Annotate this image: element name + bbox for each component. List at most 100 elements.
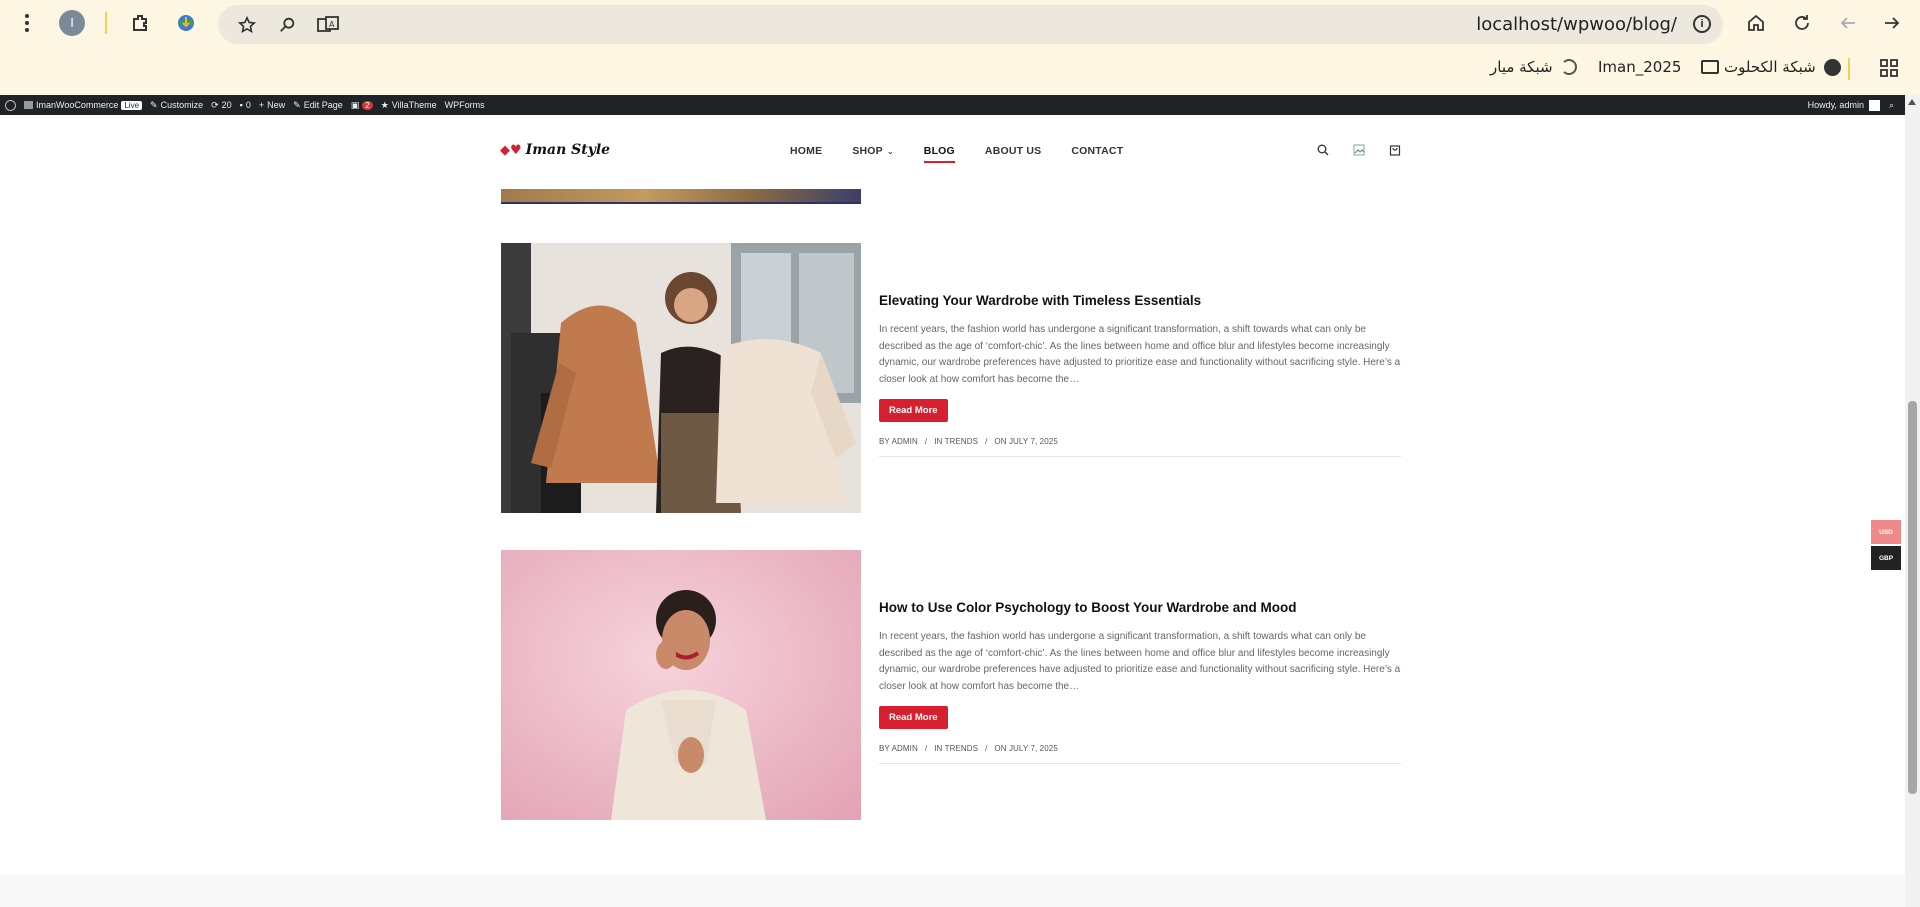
currency-gbp-button[interactable]: GBP — [1871, 546, 1901, 570]
notifications-badge: 2 — [362, 100, 373, 110]
home-icon[interactable] — [1744, 11, 1768, 35]
globe-icon — [1823, 58, 1841, 76]
more-vertical-icon[interactable] — [18, 10, 36, 36]
search-icon[interactable] — [1316, 143, 1330, 157]
blog-post: How to Use Color Psychology to Boost You… — [501, 550, 1401, 822]
toolbar-divider — [105, 12, 107, 34]
customize-label: Customize — [160, 100, 204, 110]
blog-post: Elevating Your Wardrobe with Timeless Es… — [501, 243, 1401, 515]
account-image-icon[interactable] — [1352, 143, 1366, 157]
bookmark-item[interactable]: شبكة ميار — [1490, 58, 1577, 76]
bookmarks-divider — [1848, 58, 1850, 80]
adminbar-new[interactable]: + New — [259, 100, 285, 110]
url-text: localhost/wpwoo/blog/ — [1476, 14, 1677, 35]
profile-avatar[interactable]: I — [59, 10, 85, 36]
post-author[interactable]: BY ADMIN — [879, 437, 918, 446]
nav-blog[interactable]: BLOG — [923, 145, 956, 163]
scrollbar-thumb[interactable] — [1908, 401, 1917, 794]
post-title[interactable]: Elevating Your Wardrobe with Timeless Es… — [879, 293, 1401, 308]
bookmark-item[interactable]: شبكة الكحلوت — [1724, 58, 1841, 76]
adminbar-wpforms[interactable]: WPForms — [445, 100, 485, 110]
previous-post-image[interactable] — [501, 189, 861, 204]
updates-count: 20 — [221, 100, 232, 110]
bookmark-star-icon[interactable] — [236, 14, 258, 36]
address-bar[interactable]: A localhost/wpwoo/blog/ i — [218, 5, 1723, 44]
search-icon[interactable]: ⌕ — [1889, 100, 1894, 111]
forward-icon[interactable] — [1880, 11, 1904, 35]
post-meta: BY ADMIN / IN TRENDS / ON JULY 7, 2025 — [879, 437, 1401, 457]
page-content: ◆♥ Iman Style HOME SHOP ⌄ BLOG ABOUT US C… — [0, 115, 1905, 907]
wp-admin-bar: ImanWooCommerce Live ✎ Customize ⟳ 20 ▪ … — [0, 95, 1920, 115]
extensions-icon[interactable] — [128, 11, 152, 35]
nav-label: SHOP — [852, 145, 883, 157]
nav-shop[interactable]: SHOP ⌄ — [852, 145, 893, 157]
site-header: ◆♥ Iman Style HOME SHOP ⌄ BLOG ABOUT US C… — [0, 115, 1905, 187]
heart-logo-icon: ◆♥ — [500, 142, 522, 158]
meta-separator: / — [924, 744, 928, 753]
browser-toolbar: I A localhost/wpwoo/blog/ i — [0, 0, 1920, 46]
adminbar-updates[interactable]: ⟳ 20 — [211, 100, 232, 111]
villatheme-label: VillaTheme — [391, 100, 437, 110]
plus-icon: + — [258, 100, 265, 110]
plugin-icon: ▣ — [350, 99, 360, 110]
read-more-button[interactable]: Read More — [879, 706, 948, 729]
adminbar-notifications[interactable]: ▣ 2 — [351, 100, 373, 111]
bookmark-label: Iman_2025 — [1598, 58, 1682, 76]
post-thumbnail[interactable] — [501, 243, 861, 513]
brush-icon: ✎ — [150, 99, 158, 110]
comment-icon: ▪ — [239, 100, 243, 110]
nav-label: HOME — [790, 145, 823, 157]
adminbar-customize[interactable]: ✎ Customize — [150, 100, 203, 111]
logo-text: Iman Style — [525, 142, 611, 158]
post-thumbnail[interactable] — [501, 550, 861, 820]
cart-icon[interactable] — [1388, 143, 1402, 157]
zoom-icon[interactable] — [276, 14, 298, 36]
comments-count: 0 — [245, 100, 251, 110]
post-date: ON JULY 7, 2025 — [994, 744, 1058, 753]
adminbar-villatheme[interactable]: ★ VillaTheme — [381, 100, 437, 111]
bookmark-label: شبكة الكحلوت — [1724, 58, 1816, 76]
bookmark-item[interactable]: Iman_2025 — [1598, 58, 1720, 76]
post-title[interactable]: How to Use Color Psychology to Boost You… — [879, 600, 1401, 615]
folder-icon — [1701, 60, 1720, 74]
wordpress-logo-icon[interactable] — [5, 99, 16, 111]
scroll-up-icon[interactable] — [1908, 99, 1916, 105]
new-label: New — [267, 100, 286, 110]
currency-usd-button[interactable]: USD — [1871, 520, 1901, 544]
translate-icon[interactable]: A — [316, 14, 340, 36]
post-content: How to Use Color Psychology to Boost You… — [879, 600, 1401, 764]
footer-area — [0, 875, 1905, 907]
pencil-icon: ✎ — [293, 99, 301, 110]
meta-separator: / — [924, 437, 928, 446]
downloader-extension-icon[interactable] — [174, 11, 198, 35]
nav-label: BLOG — [923, 145, 955, 157]
post-meta: BY ADMIN / IN TRENDS / ON JULY 7, 2025 — [879, 744, 1401, 764]
read-more-button[interactable]: Read More — [879, 399, 948, 422]
updates-icon: ⟳ — [211, 99, 219, 110]
nav-home[interactable]: HOME — [790, 145, 822, 157]
moon-icon — [1560, 59, 1577, 75]
apps-grid-icon[interactable] — [1878, 57, 1900, 79]
adminbar-edit-page[interactable]: ✎ Edit Page — [293, 100, 343, 111]
site-logo[interactable]: ◆♥ Iman Style — [500, 142, 610, 158]
post-author[interactable]: BY ADMIN — [879, 744, 918, 753]
post-category[interactable]: IN TRENDS — [934, 744, 978, 753]
site-info-icon[interactable]: i — [1693, 15, 1711, 33]
nav-contact[interactable]: CONTACT — [1071, 145, 1123, 157]
site-name-label: ImanWooCommerce — [36, 100, 119, 110]
nav-label: ABOUT US — [984, 145, 1042, 157]
adminbar-account[interactable]: Howdy, admin ⌕ — [1808, 99, 1894, 111]
reload-icon[interactable] — [1790, 11, 1814, 35]
adminbar-site-name[interactable]: ImanWooCommerce Live — [24, 100, 143, 110]
adminbar-comments[interactable]: ▪ 0 — [240, 100, 251, 110]
meta-separator: / — [985, 437, 988, 446]
post-date: ON JULY 7, 2025 — [994, 437, 1058, 446]
post-category[interactable]: IN TRENDS — [934, 437, 978, 446]
home-icon — [24, 101, 33, 109]
back-icon[interactable] — [1836, 11, 1860, 35]
nav-about-us[interactable]: ABOUT US — [985, 145, 1041, 157]
profile-initial: I — [59, 10, 85, 36]
main-nav: HOME SHOP ⌄ BLOG ABOUT US CONTACT — [790, 145, 1153, 163]
page-scrollbar[interactable] — [1905, 95, 1920, 907]
chevron-down-icon: ⌄ — [886, 147, 894, 156]
